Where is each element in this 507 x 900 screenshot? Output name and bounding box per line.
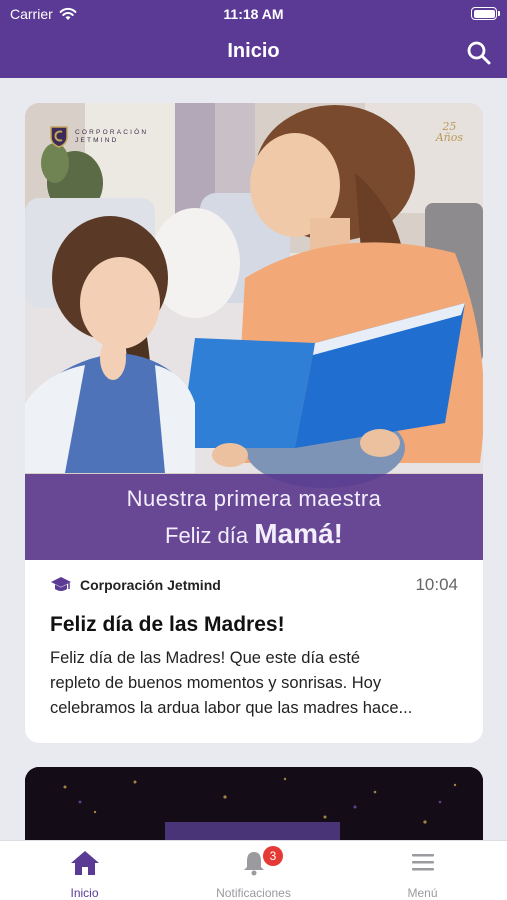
notification-badge: 3 bbox=[263, 846, 283, 866]
clock: 11:18 AM bbox=[223, 6, 284, 22]
tab-bar: Inicio 3 Notificaciones Menú bbox=[0, 840, 507, 900]
page-title: Inicio bbox=[227, 40, 280, 62]
battery-icon bbox=[471, 7, 500, 20]
brand-name: Corporación Jetmind bbox=[75, 129, 148, 145]
bell-icon bbox=[243, 852, 264, 876]
banner-line2-prefix: Feliz día bbox=[165, 523, 249, 548]
author-name: Corporación Jetmind bbox=[80, 577, 221, 593]
post-title: Feliz día de las Madres! bbox=[50, 613, 285, 636]
tab-notificaciones[interactable]: 3 Notificaciones bbox=[169, 841, 338, 900]
brand-logo: Corporación Jetmind bbox=[49, 125, 148, 149]
post-card[interactable] bbox=[25, 767, 483, 840]
post-excerpt: Feliz día de las Madres! Que este día es… bbox=[50, 646, 465, 721]
shield-logo-icon bbox=[50, 126, 68, 148]
post-excerpt-line: celebramos la ardua labor que las madres… bbox=[50, 699, 413, 717]
image-banner: Nuestra primera maestra Feliz día Mamá! bbox=[25, 474, 483, 560]
tab-label: Inicio bbox=[70, 886, 99, 900]
brand-line2: Jetmind bbox=[75, 137, 119, 144]
hamburger-menu-icon bbox=[411, 854, 434, 871]
banner-line2: Feliz día Mamá! bbox=[25, 518, 483, 550]
brand-line1: Corporación bbox=[75, 129, 149, 136]
post-meta: Corporación Jetmind 10:04 bbox=[25, 573, 483, 597]
post-author: Corporación Jetmind bbox=[50, 576, 221, 594]
post-card[interactable]: Corporación Jetmind 25 Años Nuestra prim… bbox=[25, 103, 483, 743]
anniversary-seal: 25 Años bbox=[436, 121, 463, 143]
banner-line1: Nuestra primera maestra bbox=[126, 486, 382, 511]
post-image bbox=[25, 767, 483, 840]
navigation-bar: Inicio bbox=[0, 28, 507, 78]
post-excerpt-line: repleto de buenos momentos y sonrisas. H… bbox=[50, 674, 382, 692]
search-icon[interactable] bbox=[465, 39, 493, 67]
post-time: 10:04 bbox=[415, 575, 458, 594]
graduation-cap-icon bbox=[51, 577, 71, 591]
tab-menu[interactable]: Menú bbox=[338, 841, 507, 900]
tab-label: Menú bbox=[407, 886, 438, 900]
home-icon bbox=[70, 851, 99, 875]
tab-label: Notificaciones bbox=[216, 886, 291, 900]
tab-inicio[interactable]: Inicio bbox=[0, 841, 169, 900]
status-bar: Carrier 11:18 AM bbox=[0, 0, 507, 28]
post-excerpt-line: Feliz día de las Madres! Que este día es… bbox=[50, 649, 360, 667]
news-feed[interactable]: Corporación Jetmind 25 Años Nuestra prim… bbox=[0, 78, 507, 840]
anniversary-word: Años bbox=[435, 131, 463, 144]
post-image[interactable]: Corporación Jetmind 25 Años Nuestra prim… bbox=[25, 103, 483, 560]
banner-line2-emphasis: Mamá! bbox=[254, 518, 343, 549]
